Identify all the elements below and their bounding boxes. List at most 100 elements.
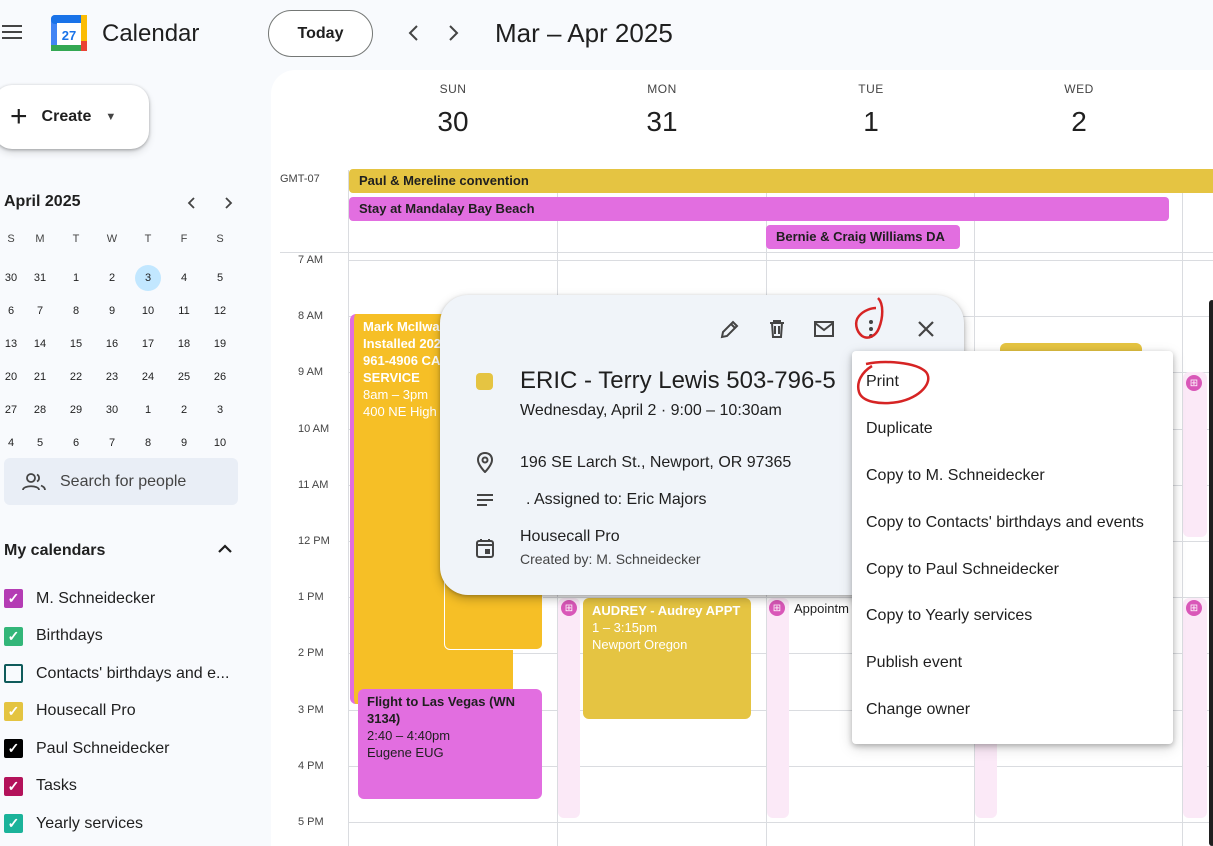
close-icon[interactable]	[914, 317, 938, 341]
mini-day[interactable]: 16	[94, 327, 130, 360]
today-button[interactable]: Today	[268, 10, 373, 57]
task-icon[interactable]: ⊞	[769, 600, 785, 616]
mini-day[interactable]: 30	[94, 393, 130, 426]
mini-day[interactable]: 26	[202, 360, 238, 393]
day-header-mon[interactable]: MON 31	[558, 82, 766, 138]
task-icon[interactable]: ⊞	[1186, 375, 1202, 391]
day-number[interactable]: 31	[558, 106, 766, 138]
menu-item-print[interactable]: Print	[852, 359, 1173, 406]
mini-day[interactable]: 5	[22, 426, 58, 459]
mini-day[interactable]: 27	[0, 393, 22, 426]
mini-day[interactable]: 13	[0, 327, 22, 360]
mini-day[interactable]: 14	[22, 327, 58, 360]
calendar-item[interactable]: ✓ Tasks	[4, 768, 229, 806]
day-header-sun[interactable]: SUN 30	[349, 82, 557, 138]
pencil-icon[interactable]	[718, 317, 742, 341]
all-day-event-convention[interactable]: Paul & Mereline convention	[349, 169, 1213, 193]
mini-day[interactable]: 22	[58, 360, 94, 393]
main-menu-icon[interactable]	[2, 22, 24, 44]
calendar-item[interactable]: ✓ Paul Schneidecker	[4, 730, 229, 768]
mini-day[interactable]: 4	[0, 426, 22, 459]
search-people-input[interactable]: Search for people	[4, 458, 238, 505]
mini-day[interactable]: 17	[130, 327, 166, 360]
mini-day[interactable]: 10	[202, 426, 238, 459]
event-appointment[interactable]: Appointm	[790, 598, 860, 622]
mini-day[interactable]: 23	[94, 360, 130, 393]
create-button[interactable]: + Create ▼	[0, 85, 149, 149]
mini-day[interactable]: 2	[94, 261, 130, 294]
mini-day[interactable]: 8	[130, 426, 166, 459]
mini-prev-month-icon[interactable]	[186, 196, 198, 210]
event-flight[interactable]: Flight to Las Vegas (WN 3134) 2:40 – 4:4…	[358, 689, 542, 799]
day-number[interactable]: 2	[975, 106, 1183, 138]
calendar-item[interactable]: ✓ Yearly services	[4, 805, 229, 843]
mini-day[interactable]: 5	[202, 261, 238, 294]
menu-item-change-owner[interactable]: Change owner	[852, 687, 1173, 734]
trash-icon[interactable]	[765, 317, 789, 341]
mini-day[interactable]: 2	[166, 393, 202, 426]
menu-item-copy-to-m-schneidecker[interactable]: Copy to M. Schneidecker	[852, 453, 1173, 500]
mini-day[interactable]: 6	[58, 426, 94, 459]
calendar-item[interactable]: ✓ M. Schneidecker	[4, 580, 229, 618]
mini-day[interactable]: 20	[0, 360, 22, 393]
mini-next-month-icon[interactable]	[222, 196, 234, 210]
all-day-event-bernie[interactable]: Bernie & Craig Williams DA	[766, 225, 960, 249]
mini-day[interactable]: 21	[22, 360, 58, 393]
day-header-tue[interactable]: TUE 1	[767, 82, 975, 138]
email-icon[interactable]	[812, 317, 836, 341]
day-number[interactable]: 30	[349, 106, 557, 138]
task-icon[interactable]: ⊞	[1186, 600, 1202, 616]
chevron-up-icon[interactable]	[216, 540, 234, 558]
mini-day[interactable]: 15	[58, 327, 94, 360]
menu-item-duplicate[interactable]: Duplicate	[852, 406, 1173, 453]
checkbox-checked-icon[interactable]: ✓	[4, 776, 23, 796]
menu-item-copy-to-paul-schneidecker[interactable]: Copy to Paul Schneidecker	[852, 546, 1173, 593]
mini-day[interactable]: 24	[130, 360, 166, 393]
mini-day[interactable]: 3	[130, 261, 166, 294]
hour-label: 10 AM	[298, 422, 330, 435]
menu-item-copy-to-contacts-birthdays-and-events[interactable]: Copy to Contacts' birthdays and events	[852, 499, 1173, 546]
mini-day[interactable]: 19	[202, 327, 238, 360]
menu-item-copy-to-yearly-services[interactable]: Copy to Yearly services	[852, 593, 1173, 640]
caret-down-icon[interactable]: ▼	[105, 111, 116, 123]
mini-day[interactable]: 9	[94, 294, 130, 327]
task-icon[interactable]: ⊞	[561, 600, 577, 616]
mini-day[interactable]: 11	[166, 294, 202, 327]
mini-day[interactable]: 7	[94, 426, 130, 459]
mini-day[interactable]: 9	[166, 426, 202, 459]
day-header-wed[interactable]: WED 2	[975, 82, 1183, 138]
mini-day[interactable]: 10	[130, 294, 166, 327]
checkbox-checked-icon[interactable]: ✓	[4, 589, 23, 609]
day-number[interactable]: 1	[767, 106, 975, 138]
mini-day[interactable]: 8	[58, 294, 94, 327]
mini-day[interactable]: 7	[22, 294, 58, 327]
calendar-item[interactable]: ✓ Birthdays	[4, 618, 229, 656]
mini-day[interactable]: 3	[202, 393, 238, 426]
my-calendars-title[interactable]: My calendars	[4, 542, 105, 560]
scrollbar[interactable]	[1209, 300, 1213, 846]
mini-day[interactable]: 25	[166, 360, 202, 393]
chevron-left-icon[interactable]	[406, 24, 422, 42]
mini-day[interactable]: 1	[130, 393, 166, 426]
menu-item-publish-event[interactable]: Publish event	[852, 640, 1173, 687]
checkbox-checked-icon[interactable]: ✓	[4, 814, 23, 834]
mini-day[interactable]: 30	[0, 261, 22, 294]
more-vert-icon[interactable]	[859, 317, 883, 341]
event-audrey[interactable]: AUDREY - Audrey APPT 1 – 3:15pm Newport …	[583, 598, 751, 719]
checkbox-checked-icon[interactable]: ✓	[4, 626, 23, 646]
calendar-item[interactable]: Contacts' birthdays and e...	[4, 655, 229, 693]
mini-day[interactable]: 18	[166, 327, 202, 360]
mini-day[interactable]: 4	[166, 261, 202, 294]
calendar-item[interactable]: ✓ Housecall Pro	[4, 693, 229, 731]
mini-day[interactable]: 29	[58, 393, 94, 426]
checkbox-checked-icon[interactable]: ✓	[4, 739, 23, 759]
all-day-event-mandalay[interactable]: Stay at Mandalay Bay Beach	[349, 197, 1169, 221]
mini-day[interactable]: 31	[22, 261, 58, 294]
mini-day[interactable]: 28	[22, 393, 58, 426]
mini-day[interactable]: 1	[58, 261, 94, 294]
mini-day[interactable]: 12	[202, 294, 238, 327]
mini-day[interactable]: 6	[0, 294, 22, 327]
checkbox-checked-icon[interactable]: ✓	[4, 701, 23, 721]
chevron-right-icon[interactable]	[445, 24, 461, 42]
checkbox-unchecked-icon[interactable]	[4, 664, 23, 684]
